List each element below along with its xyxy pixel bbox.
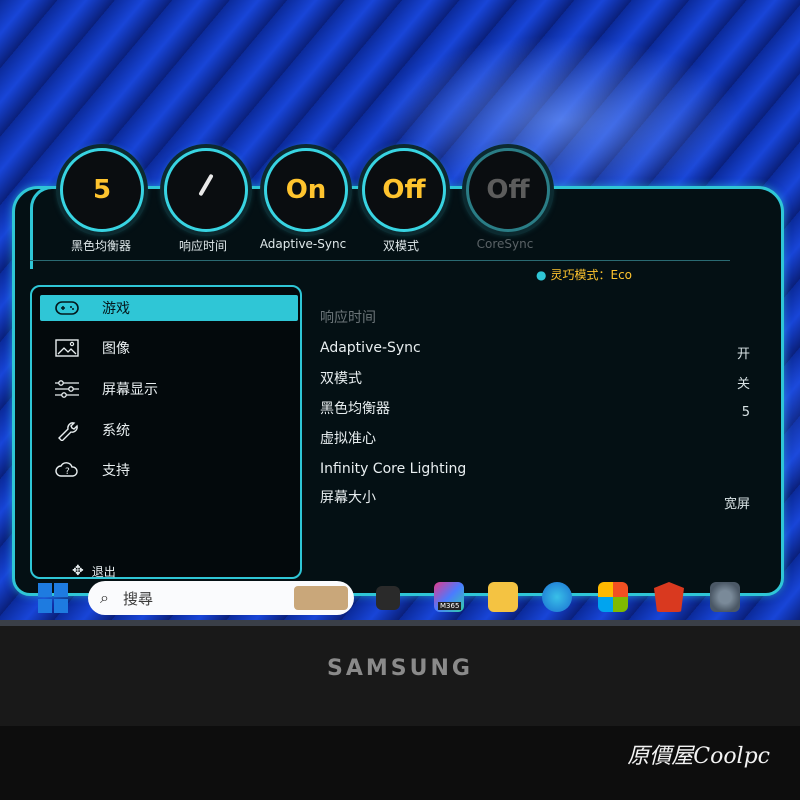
setting-value: 5 — [741, 404, 750, 420]
adaptive-sync-dial[interactable]: On — [264, 148, 348, 232]
taskbar-search-box[interactable]: ⌕ 搜尋 — [88, 581, 354, 615]
gamepad-icon — [54, 297, 80, 319]
file-explorer-icon[interactable] — [488, 582, 518, 612]
settings-gear-icon[interactable] — [710, 582, 740, 612]
exit-label: 退出 — [91, 564, 116, 579]
search-placeholder: 搜尋 — [122, 589, 153, 608]
microsoft-store-icon[interactable] — [598, 582, 628, 612]
animals-search-highlight-icon — [294, 586, 348, 610]
gauge-needle-icon — [198, 173, 214, 197]
menu-label-system: 系统 — [102, 423, 130, 439]
m365-badge: M365 — [438, 602, 462, 610]
setting-virtual-crosshair[interactable]: 虚拟准心 — [320, 427, 750, 449]
menu-label-support: 支持 — [102, 463, 130, 479]
setting-label: 屏幕大小 — [320, 490, 376, 506]
dual-mode-dial[interactable]: Off — [362, 148, 446, 232]
setting-label: Infinity Core Lighting — [320, 461, 467, 477]
coresync-dial[interactable]: Off — [466, 148, 550, 232]
setting-value: 开 — [736, 346, 750, 362]
setting-value: 宽屏 — [723, 496, 750, 512]
watermark-logo: 原價屋Coolpc — [627, 744, 770, 769]
setting-label: 黑色均衡器 — [320, 401, 390, 417]
menu-item-display[interactable]: 屏幕显示 — [40, 376, 298, 402]
menu-item-game[interactable]: 游戏 — [40, 295, 298, 321]
status-dot-icon: ● — [536, 268, 547, 282]
security-shield-icon[interactable] — [654, 582, 684, 612]
menu-label-game: 游戏 — [102, 301, 130, 317]
monitor-brand-logo: SAMSUNG — [327, 656, 473, 681]
task-view-icon[interactable] — [376, 586, 400, 610]
sliders-icon — [54, 378, 80, 400]
setting-label: 响应时间 — [320, 310, 376, 326]
setting-screen-size[interactable]: 屏幕大小 宽屏 — [320, 486, 750, 512]
setting-label: Adaptive-Sync — [320, 340, 421, 356]
osd-main-menu: 游戏 图像 屏幕显示 系统 ? 支持 — [30, 285, 302, 579]
help-cloud-icon: ? — [54, 459, 80, 481]
edge-browser-icon[interactable] — [542, 582, 572, 612]
black-equalizer-dial[interactable]: 5 — [60, 148, 144, 232]
setting-infinity-core-lighting[interactable]: Infinity Core Lighting — [320, 458, 750, 480]
setting-dual-mode[interactable]: 双模式 关 — [320, 367, 750, 392]
joystick-arrows-icon: ✥ — [72, 563, 84, 579]
setting-response-time[interactable]: 响应时间 — [320, 306, 750, 328]
picture-icon — [54, 337, 80, 359]
menu-label-picture: 图像 — [102, 341, 130, 357]
search-icon: ⌕ — [100, 588, 109, 607]
setting-label: 双模式 — [320, 371, 362, 387]
svg-text:?: ? — [65, 467, 70, 477]
setting-value: 关 — [736, 376, 750, 392]
menu-item-support[interactable]: ? 支持 — [40, 457, 298, 483]
menu-item-system[interactable]: 系统 — [40, 417, 298, 443]
setting-black-equalizer[interactable]: 黑色均衡器 5 — [320, 397, 750, 420]
setting-adaptive-sync[interactable]: Adaptive-Sync 开 — [320, 337, 750, 362]
menu-item-picture[interactable]: 图像 — [40, 335, 298, 361]
windows-start-icon[interactable] — [38, 583, 68, 613]
smart-mode-status: ● 灵巧模式：Eco — [536, 268, 633, 282]
setting-label: 虚拟准心 — [320, 431, 376, 447]
dial-label-coresync: CoreSync — [476, 237, 534, 251]
wrench-icon — [54, 419, 80, 441]
response-time-dial[interactable] — [164, 148, 248, 232]
m365-app-icon[interactable]: M365 — [434, 582, 464, 612]
mode-divider — [30, 260, 730, 261]
menu-label-display: 屏幕显示 — [102, 382, 158, 398]
